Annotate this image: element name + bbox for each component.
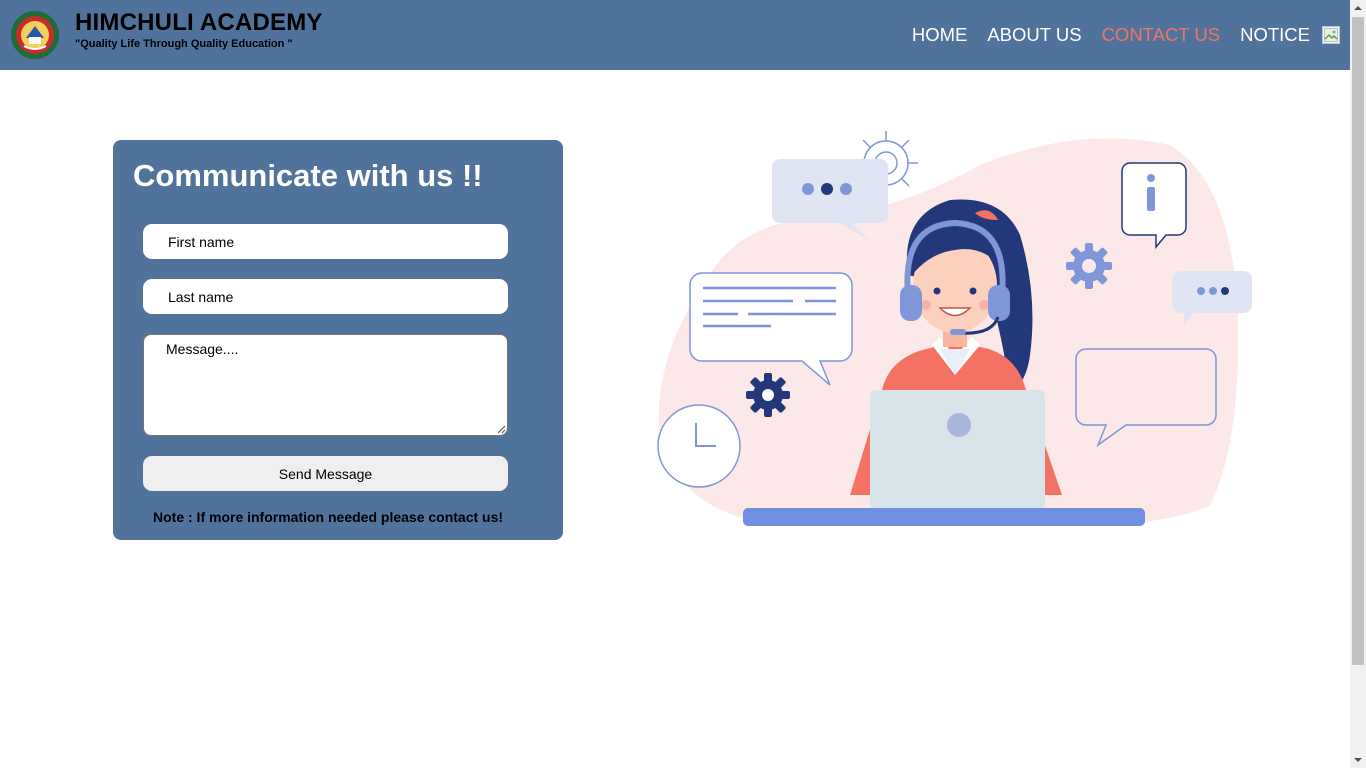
nav-home[interactable]: HOME bbox=[912, 24, 968, 46]
send-message-button[interactable]: Send Message bbox=[143, 456, 508, 491]
first-name-placeholder: First name bbox=[168, 233, 235, 250]
nav-about-us[interactable]: ABOUT US bbox=[987, 24, 1081, 46]
scrollbar-thumb[interactable] bbox=[1352, 17, 1364, 665]
scroll-up-arrow-icon[interactable] bbox=[1350, 0, 1366, 16]
nav-contact-us[interactable]: CONTACT US bbox=[1102, 24, 1221, 46]
support-agent-illustration bbox=[657, 131, 1252, 526]
last-name-placeholder: Last name bbox=[168, 288, 234, 305]
site-title: HIMCHULI ACADEMY bbox=[75, 9, 323, 36]
form-title: Communicate with us !! bbox=[133, 158, 483, 193]
top-header: HIMCHULI ACADEMY "Quality Life Through Q… bbox=[0, 0, 1350, 70]
main-nav: HOME ABOUT US CONTACT US NOTICE bbox=[892, 0, 1340, 70]
message-placeholder: Message.... bbox=[166, 341, 239, 357]
first-name-input[interactable]: First name bbox=[143, 224, 508, 259]
resize-handle-icon[interactable] bbox=[497, 425, 506, 434]
broken-image-icon[interactable] bbox=[1322, 26, 1340, 44]
site-tagline: "Quality Life Through Quality Education … bbox=[75, 38, 293, 50]
school-emblem-icon[interactable] bbox=[10, 10, 60, 60]
message-textarea[interactable]: Message.... bbox=[143, 334, 508, 436]
scroll-down-arrow-icon[interactable] bbox=[1350, 752, 1366, 768]
contact-form-card: Communicate with us !! First name Last n… bbox=[113, 140, 563, 540]
nav-notice[interactable]: NOTICE bbox=[1240, 24, 1310, 46]
page-scrollbar[interactable] bbox=[1350, 0, 1366, 768]
last-name-input[interactable]: Last name bbox=[143, 279, 508, 314]
form-note: Note : If more information needed please… bbox=[153, 509, 504, 525]
